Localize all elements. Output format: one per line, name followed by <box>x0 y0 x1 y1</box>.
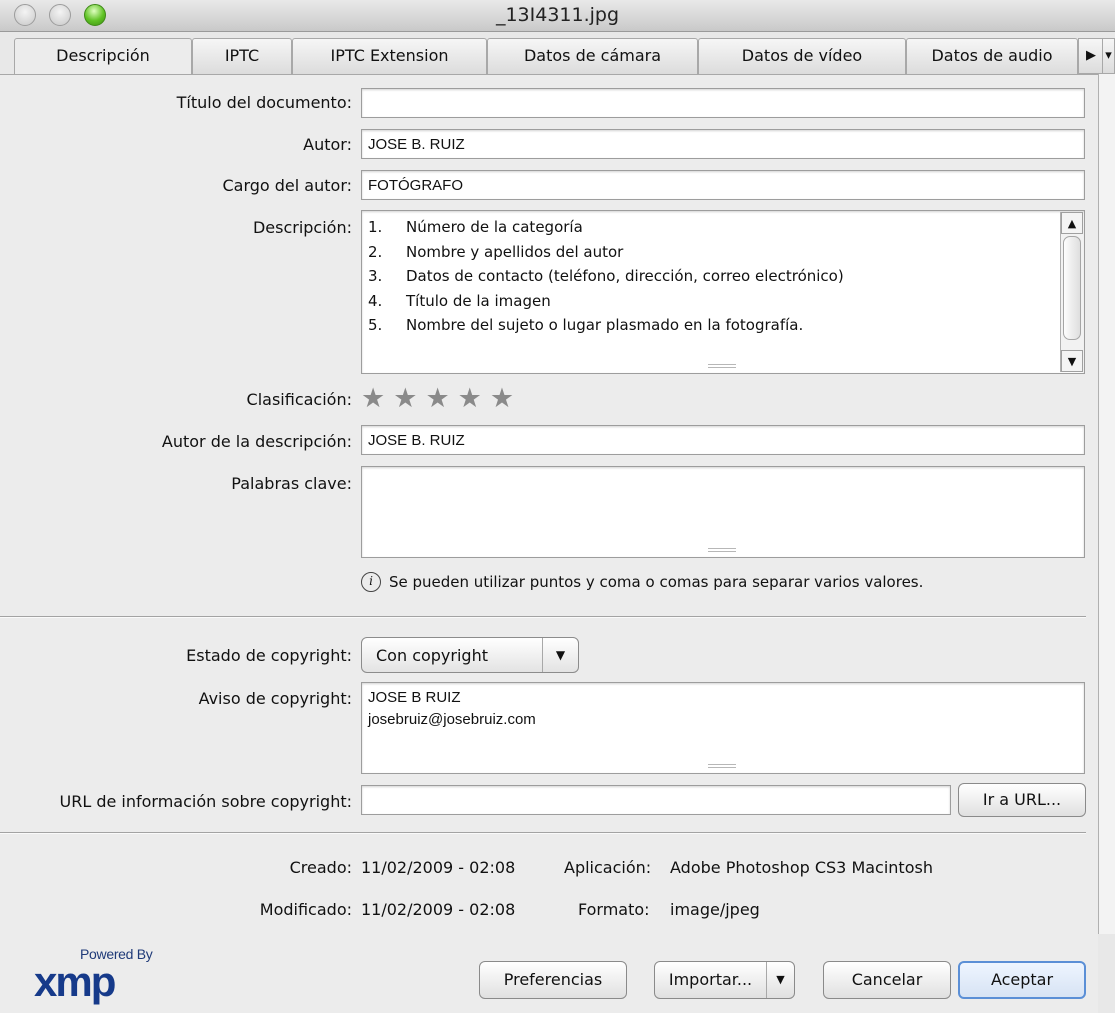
list-item: 1. Número de la categoría <box>368 218 583 236</box>
scroll-up-arrow-icon[interactable]: ▲ <box>1061 212 1083 234</box>
autor-descripcion-field[interactable]: JOSE B. RUIZ <box>361 425 1085 455</box>
descripcion-field[interactable]: 1. Número de la categoría 2. Nombre y apel… <box>361 210 1085 374</box>
tab-descripcion[interactable]: Descripción <box>14 38 192 75</box>
chevron-down-icon[interactable]: ▼ <box>766 962 794 998</box>
list-item: 5. Nombre del sujeto o lugar plasmado en … <box>368 316 804 334</box>
keywords-hint: i Se pueden utilizar puntos y coma o com… <box>361 572 923 592</box>
descripcion-list: 1. Número de la categoría 2. Nombre y apel… <box>368 215 1054 338</box>
scroll-thumb[interactable] <box>1063 236 1081 340</box>
xmp-logo: Powered By xmp <box>34 946 153 1005</box>
list-item: 4. Título de la imagen <box>368 291 551 310</box>
copyright-status-select[interactable]: Con copyright ▼ <box>361 637 579 673</box>
preferencias-button[interactable]: Preferencias <box>479 961 627 999</box>
modificado-label: Modificado: <box>259 900 352 919</box>
rating-stars[interactable]: ★ ★ ★ ★ ★ <box>361 385 514 413</box>
accept-button[interactable]: Aceptar <box>958 961 1086 999</box>
aplicacion-value: Adobe Photoshop CS3 Macintosh <box>670 858 933 877</box>
importar-button[interactable]: Importar... ▼ <box>654 961 795 999</box>
tab-datos-audio[interactable]: Datos de audio <box>906 38 1078 74</box>
aviso-copyright-field[interactable]: JOSE B RUIZ josebruiz@josebruiz.com <box>361 682 1085 774</box>
scroll-down-arrow-icon[interactable]: ▼ <box>1061 350 1083 372</box>
formato-value: image/jpeg <box>670 900 760 919</box>
creado-label: Creado: <box>289 858 352 877</box>
cancel-button[interactable]: Cancelar <box>823 961 951 999</box>
panel-scrollbar[interactable] <box>1098 74 1115 934</box>
titulo-field[interactable] <box>361 88 1085 118</box>
modificado-value: 11/02/2009 - 02:08 <box>361 900 516 919</box>
tab-bar: Descripción IPTC IPTC Extension Datos de… <box>14 38 1115 75</box>
star-icon[interactable]: ★ <box>490 385 514 413</box>
chevron-down-icon: ▼ <box>542 638 578 672</box>
tab-scroll-right-button[interactable]: ▶ <box>1078 38 1104 74</box>
url-copyright-label: URL de información sobre copyright: <box>59 792 353 811</box>
star-icon[interactable]: ★ <box>393 385 417 413</box>
aviso-copyright-label: Aviso de copyright: <box>198 689 352 708</box>
divider <box>0 832 1086 834</box>
cargo-field[interactable]: FOTÓGRAFO <box>361 170 1085 200</box>
divider <box>0 616 1086 618</box>
tab-overflow-menu-button[interactable]: ▾ <box>1102 38 1115 74</box>
star-icon[interactable]: ★ <box>361 385 385 413</box>
descripcion-label: Descripción: <box>252 218 352 237</box>
go-to-url-button[interactable]: Ir a URL... <box>958 783 1086 817</box>
importar-label: Importar... <box>668 970 753 989</box>
descripcion-scrollbar[interactable]: ▲ ▼ <box>1060 212 1083 372</box>
creado-value: 11/02/2009 - 02:08 <box>361 858 516 877</box>
palabras-clave-field[interactable] <box>361 466 1085 558</box>
autor-descripcion-label: Autor de la descripción: <box>161 432 352 451</box>
hint-text: Se pueden utilizar puntos y coma o comas… <box>389 573 924 591</box>
list-item: 3. Datos de contacto (teléfono, dirección… <box>368 267 844 285</box>
palabras-clave-label: Palabras clave: <box>231 474 352 493</box>
tab-iptc-extension[interactable]: IPTC Extension <box>292 38 487 74</box>
estado-copyright-label: Estado de copyright: <box>186 646 352 665</box>
tab-iptc[interactable]: IPTC <box>192 38 292 74</box>
resize-grip-icon[interactable] <box>708 764 736 768</box>
copyright-line: josebruiz@josebruiz.com <box>368 711 536 728</box>
resize-grip-icon[interactable] <box>708 364 736 368</box>
formato-label: Formato: <box>578 900 650 919</box>
window-title: _13I4311.jpg <box>495 4 620 26</box>
autor-label: Autor: <box>303 135 352 154</box>
list-item: 2. Nombre y apellidos del autor <box>368 242 624 261</box>
aplicacion-label: Aplicación: <box>564 858 652 877</box>
star-icon[interactable]: ★ <box>458 385 482 413</box>
copyright-line: JOSE B RUIZ <box>368 689 461 706</box>
titulo-label: Título del documento: <box>176 93 352 112</box>
tab-datos-video[interactable]: Datos de vídeo <box>698 38 906 74</box>
star-icon[interactable]: ★ <box>425 385 449 413</box>
resize-grip-icon[interactable] <box>708 548 736 552</box>
url-copyright-field[interactable] <box>361 785 951 815</box>
copyright-status-value: Con copyright <box>376 645 488 665</box>
title-bar: _13I4311.jpg <box>0 0 1115 32</box>
cargo-label: Cargo del autor: <box>222 176 352 195</box>
clasificacion-label: Clasificación: <box>246 390 352 409</box>
info-icon: i <box>361 572 381 592</box>
tab-datos-camara[interactable]: Datos de cámara <box>487 38 698 74</box>
autor-field[interactable]: JOSE B. RUIZ <box>361 129 1085 159</box>
